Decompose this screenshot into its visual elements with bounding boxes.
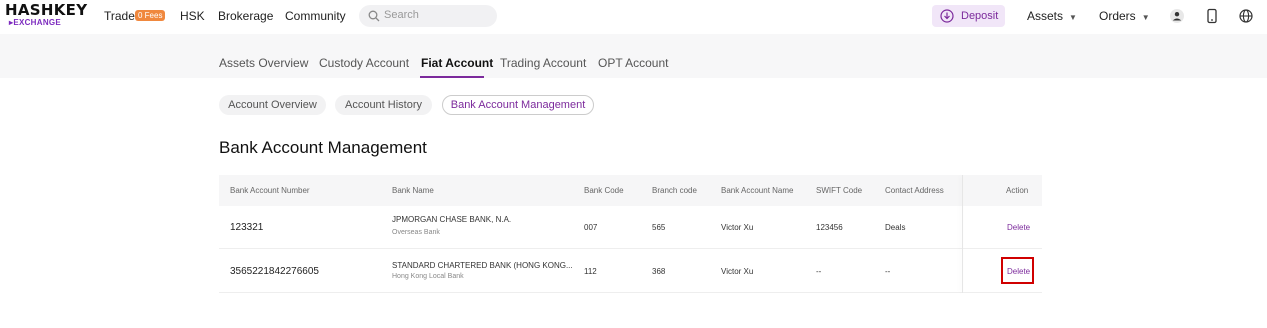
cell-bank-type: Overseas Bank (392, 229, 440, 236)
deposit-button[interactable]: Deposit (932, 5, 1005, 27)
table-header: Bank Account Number Bank Name Bank Code … (219, 175, 1042, 206)
tab-assets-overview[interactable]: Assets Overview (219, 56, 308, 70)
page-title: Bank Account Management (219, 138, 427, 157)
cell-swift-code: 123456 (816, 223, 843, 232)
col-action: Action (1006, 186, 1029, 195)
logo-text: HASHKEY (5, 1, 88, 19)
cell-branch-code: 565 (652, 223, 666, 232)
tab-fiat-account[interactable]: Fiat Account (421, 56, 493, 70)
cell-bank-code: 112 (584, 267, 597, 276)
cell-bank-name: JPMORGAN CHASE BANK, N.A. (392, 215, 512, 224)
col-swift-code: SWIFT Code (816, 186, 863, 195)
col-branch-code: Branch code (652, 186, 697, 195)
logo-subtext: ▸EXCHANGE (9, 18, 62, 27)
cell-branch-code: 368 (652, 267, 666, 276)
cell-swift-code: -- (816, 267, 822, 276)
top-nav: HASHKEY ▸EXCHANGE Trade 0 Fees HSK Broke… (0, 0, 1267, 33)
pill-account-overview[interactable]: Account Overview (219, 95, 326, 115)
col-bank-name: Bank Name (392, 186, 434, 195)
active-tab-indicator (420, 76, 484, 78)
orders-dropdown[interactable]: Orders ▼ (1099, 9, 1150, 23)
search-placeholder: Search (384, 9, 419, 21)
tab-trading-account[interactable]: Trading Account (500, 56, 586, 70)
search-icon (368, 10, 380, 22)
assets-label: Assets (1027, 9, 1064, 23)
caret-down-icon: ▼ (1141, 13, 1150, 22)
nav-hsk[interactable]: HSK (180, 9, 205, 23)
row-divider (219, 292, 1042, 293)
tab-custody-account[interactable]: Custody Account (319, 56, 409, 70)
cell-account-name: Victor Xu (721, 267, 754, 276)
pill-bank-account-management[interactable]: Bank Account Management (442, 95, 594, 115)
deposit-icon (940, 9, 954, 23)
col-contact-address: Contact Address (885, 186, 944, 195)
col-bank-account-number: Bank Account Number (230, 186, 310, 195)
cell-bank-name: STANDARD CHARTERED BANK (HONG KONG... (392, 261, 573, 270)
nav-community[interactable]: Community (285, 9, 346, 23)
fees-badge: 0 Fees (135, 10, 166, 21)
sticky-column-divider (962, 175, 963, 293)
cell-bank-type: Hong Kong Local Bank (392, 273, 464, 280)
hashkey-logo[interactable]: HASHKEY ▸EXCHANGE (5, 1, 88, 29)
assets-dropdown[interactable]: Assets ▼ (1027, 9, 1077, 23)
cell-account-name: Victor Xu (721, 223, 754, 232)
cell-bank-code: 007 (584, 223, 598, 232)
cell-account-number: 123321 (230, 222, 264, 233)
nav-trade[interactable]: Trade (104, 9, 135, 23)
globe-icon[interactable] (1238, 8, 1254, 24)
nav-brokerage[interactable]: Brokerage (218, 9, 273, 23)
mobile-app-icon[interactable] (1204, 8, 1220, 24)
cell-account-number: 3565221842276605 (230, 266, 319, 277)
cell-contact-address: -- (885, 267, 891, 276)
highlight-box (1001, 257, 1034, 284)
row-divider (219, 248, 1042, 249)
account-subnav: Assets Overview Custody Account Fiat Acc… (0, 34, 1267, 78)
tab-opt-account[interactable]: OPT Account (598, 56, 668, 70)
caret-down-icon: ▼ (1069, 13, 1077, 22)
col-bank-code: Bank Code (584, 186, 624, 195)
delete-button[interactable]: Delete (1007, 223, 1030, 232)
pill-account-history[interactable]: Account History (335, 95, 432, 115)
cell-contact-address: Deals (885, 223, 906, 232)
search-input[interactable]: Search (359, 5, 497, 27)
user-avatar-icon[interactable] (1169, 8, 1185, 24)
orders-label: Orders (1099, 9, 1136, 23)
col-bank-account-name: Bank Account Name (721, 186, 794, 195)
deposit-label: Deposit (961, 10, 999, 22)
